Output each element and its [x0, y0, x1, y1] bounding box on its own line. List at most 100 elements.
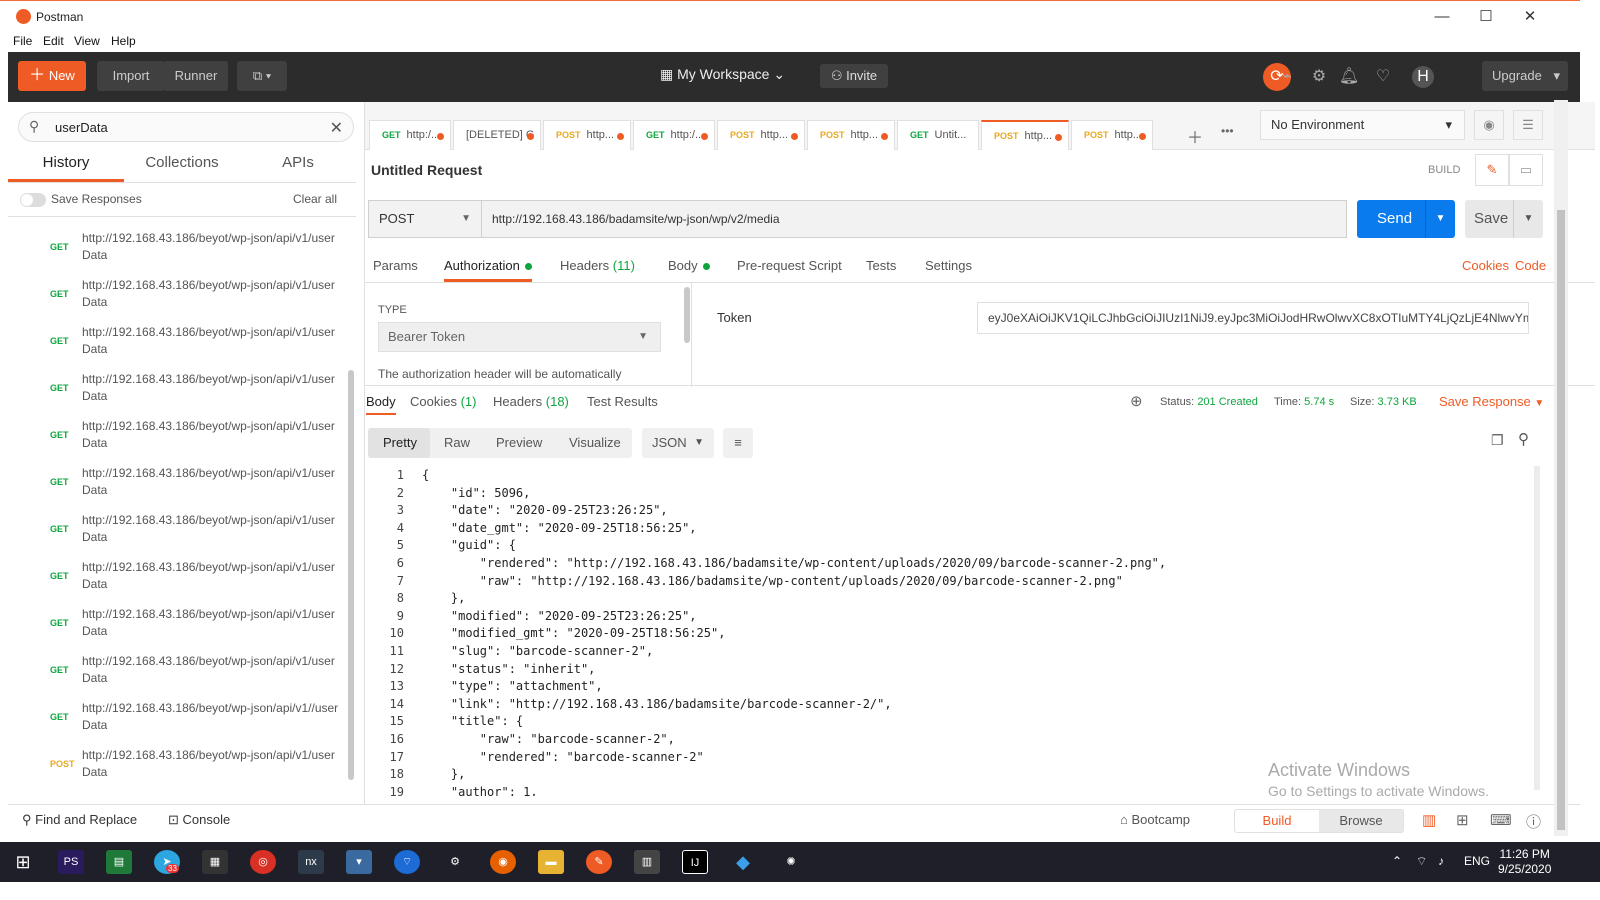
volume-icon[interactable]: ♪	[1438, 854, 1444, 868]
url-input[interactable]: http://192.168.43.186/badamsite/wp-json/…	[481, 200, 1347, 238]
intellij-icon[interactable]: IJ	[682, 850, 708, 874]
sliders-icon[interactable]: ☰	[1513, 110, 1543, 140]
tab-history[interactable]: History	[8, 154, 124, 182]
more-tabs-icon[interactable]: •••	[1221, 124, 1234, 138]
help-icon[interactable]: ⓘ	[1526, 811, 1541, 832]
request-title[interactable]: Untitled Request	[371, 162, 482, 178]
window-scrollbar[interactable]	[1554, 100, 1568, 836]
history-item[interactable]: GET http://192.168.43.186/beyot/wp-json/a…	[8, 224, 353, 271]
request-tab[interactable]: POST http...	[1071, 120, 1153, 150]
media-icon[interactable]: ▦	[202, 850, 228, 874]
menu-help[interactable]: Help	[111, 34, 136, 48]
scrollbar-thumb[interactable]	[1557, 210, 1565, 830]
token-input[interactable]: eyJ0eXAiOiJKV1QiLCJhbGciOiJIUzI1NiJ9.eyJ…	[977, 302, 1529, 334]
response-tab-headers[interactable]: Headers (18)	[493, 394, 569, 409]
app-icon[interactable]: ▾	[346, 850, 372, 874]
save-button[interactable]: Save ▼	[1465, 200, 1543, 238]
menu-view[interactable]: View	[74, 34, 100, 48]
add-tab-icon[interactable]: ＋	[1187, 124, 1203, 148]
save-responses-toggle[interactable]	[20, 193, 46, 207]
clock[interactable]: 11:26 PM 9/25/2020	[1498, 847, 1551, 877]
wifi-app-icon[interactable]: ⌔	[394, 850, 420, 874]
request-tab[interactable]: [DELETED] G	[453, 120, 541, 150]
tab-apis[interactable]: APIs	[240, 154, 356, 182]
chevron-down-icon[interactable]: ▼	[1513, 200, 1543, 238]
app-icon[interactable]: ✺	[778, 850, 804, 874]
tab-params[interactable]: Params	[373, 258, 418, 273]
new-button[interactable]: ＋ New	[18, 61, 86, 91]
response-code-view[interactable]: 1 {2 "id": 5096, 3 "date": "2020-09-25T23:…	[368, 466, 1548, 796]
tab-body[interactable]: Body	[668, 258, 710, 273]
globe-icon[interactable]: ⊕	[1130, 392, 1143, 410]
browse-mode-button[interactable]: Browse	[1319, 810, 1403, 832]
vscode-icon[interactable]: ◆	[730, 850, 756, 874]
file-explorer-icon[interactable]: ▬	[538, 850, 564, 874]
tab-collections[interactable]: Collections	[124, 154, 240, 182]
tab-authorization[interactable]: Authorization	[444, 258, 532, 282]
build-mode-button[interactable]: Build	[1235, 810, 1319, 832]
tab-tests[interactable]: Tests	[866, 258, 896, 273]
wrap-lines-icon[interactable]: ≡	[723, 428, 753, 458]
columns-icon[interactable]: ⊞	[1456, 811, 1469, 829]
pencil-icon[interactable]: ✎	[1475, 154, 1509, 186]
history-item[interactable]: GET http://192.168.43.186/beyot/wp-json/a…	[8, 271, 353, 318]
avatar[interactable]: H	[1412, 66, 1434, 88]
view-visualize[interactable]: Visualize	[569, 435, 621, 450]
keyboard-icon[interactable]: ⌨	[1490, 811, 1512, 829]
request-tab[interactable]: POST http...	[981, 120, 1069, 150]
history-item[interactable]: GET http://192.168.43.186/beyot/wp-json/a…	[8, 647, 353, 694]
response-tab-test-results[interactable]: Test Results	[587, 394, 658, 409]
chrome-icon[interactable]: ◎	[250, 850, 276, 874]
sidebar-scrollbar[interactable]	[348, 370, 354, 780]
copy-icon[interactable]: ❐	[1491, 432, 1504, 449]
search-input[interactable]: ⚲ userData ✕	[18, 112, 354, 142]
history-item[interactable]: GET http://192.168.43.186/beyot/wp-json/a…	[8, 459, 353, 506]
view-raw[interactable]: Raw	[444, 435, 470, 450]
view-pretty[interactable]: Pretty	[368, 428, 430, 458]
save-response-button[interactable]: Save Response ▼	[1439, 394, 1544, 409]
comment-icon[interactable]: ▭	[1509, 154, 1543, 186]
history-item[interactable]: GET http://192.168.43.186/beyot/wp-json/a…	[8, 506, 353, 553]
request-tab[interactable]: POST http...	[543, 120, 631, 150]
history-item[interactable]: GET http://192.168.43.186/beyot/wp-json/a…	[8, 318, 353, 365]
network-icon[interactable]: ⌔	[1416, 854, 1427, 869]
request-tab[interactable]: POST http...	[807, 120, 895, 150]
nox-icon[interactable]: nx	[298, 850, 324, 874]
search-icon[interactable]: ⚲	[1518, 430, 1529, 448]
environment-select[interactable]: No Environment ▾	[1260, 110, 1465, 140]
firefox-icon[interactable]: ◉	[490, 850, 516, 874]
find-replace-button[interactable]: ⚲ Find and Replace	[22, 812, 137, 828]
import-button[interactable]: Import	[97, 61, 165, 91]
menu-edit[interactable]: Edit	[43, 34, 64, 48]
auth-scrollbar[interactable]	[684, 287, 690, 343]
satellite-icon[interactable]: ⌁	[1276, 66, 1298, 88]
two-pane-icon[interactable]: ▥	[1422, 811, 1436, 829]
history-item[interactable]: GET http://192.168.43.186/beyot/wp-json/a…	[8, 600, 353, 647]
history-item[interactable]: GET http://192.168.43.186/beyot/wp-json/a…	[8, 553, 353, 600]
history-item[interactable]: GET http://192.168.43.186/beyot/wp-json/a…	[8, 365, 353, 412]
heart-icon[interactable]: ♡	[1372, 66, 1394, 88]
chevron-up-icon[interactable]: ⌃	[1392, 854, 1402, 868]
menu-file[interactable]: File	[13, 34, 32, 48]
request-tab[interactable]: GET http:/...	[369, 120, 451, 150]
cookies-link[interactable]: Cookies	[1462, 258, 1509, 273]
request-tab[interactable]: POST http...	[717, 120, 805, 150]
send-button[interactable]: Send ▼	[1357, 200, 1455, 238]
tab-settings[interactable]: Settings	[925, 258, 972, 273]
workspace-selector[interactable]: ▦ My Workspace ⌄	[660, 66, 785, 83]
clear-all-link[interactable]: Clear all	[293, 192, 337, 206]
gear-icon[interactable]: ⚙	[1308, 66, 1330, 88]
method-select[interactable]: POST ▼	[368, 200, 482, 238]
phpstorm-icon[interactable]: PS	[58, 850, 84, 874]
maximize-button[interactable]: ☐	[1476, 7, 1496, 27]
language-indicator[interactable]: ENG	[1464, 854, 1490, 868]
auth-type-select[interactable]: Bearer Token ▼	[378, 322, 661, 352]
invite-button[interactable]: ⚇ Invite	[820, 64, 888, 88]
new-window-button[interactable]: ⧉ ▾	[237, 61, 287, 91]
format-select[interactable]: JSON ▼	[642, 428, 714, 458]
code-scrollbar[interactable]	[1534, 466, 1540, 790]
response-tab-body[interactable]: Body	[366, 394, 396, 415]
history-item[interactable]: GET http://192.168.43.186/beyot/wp-json/a…	[8, 694, 353, 741]
chevron-down-icon[interactable]: ▼	[1425, 200, 1455, 238]
minimize-button[interactable]: —	[1432, 7, 1452, 27]
